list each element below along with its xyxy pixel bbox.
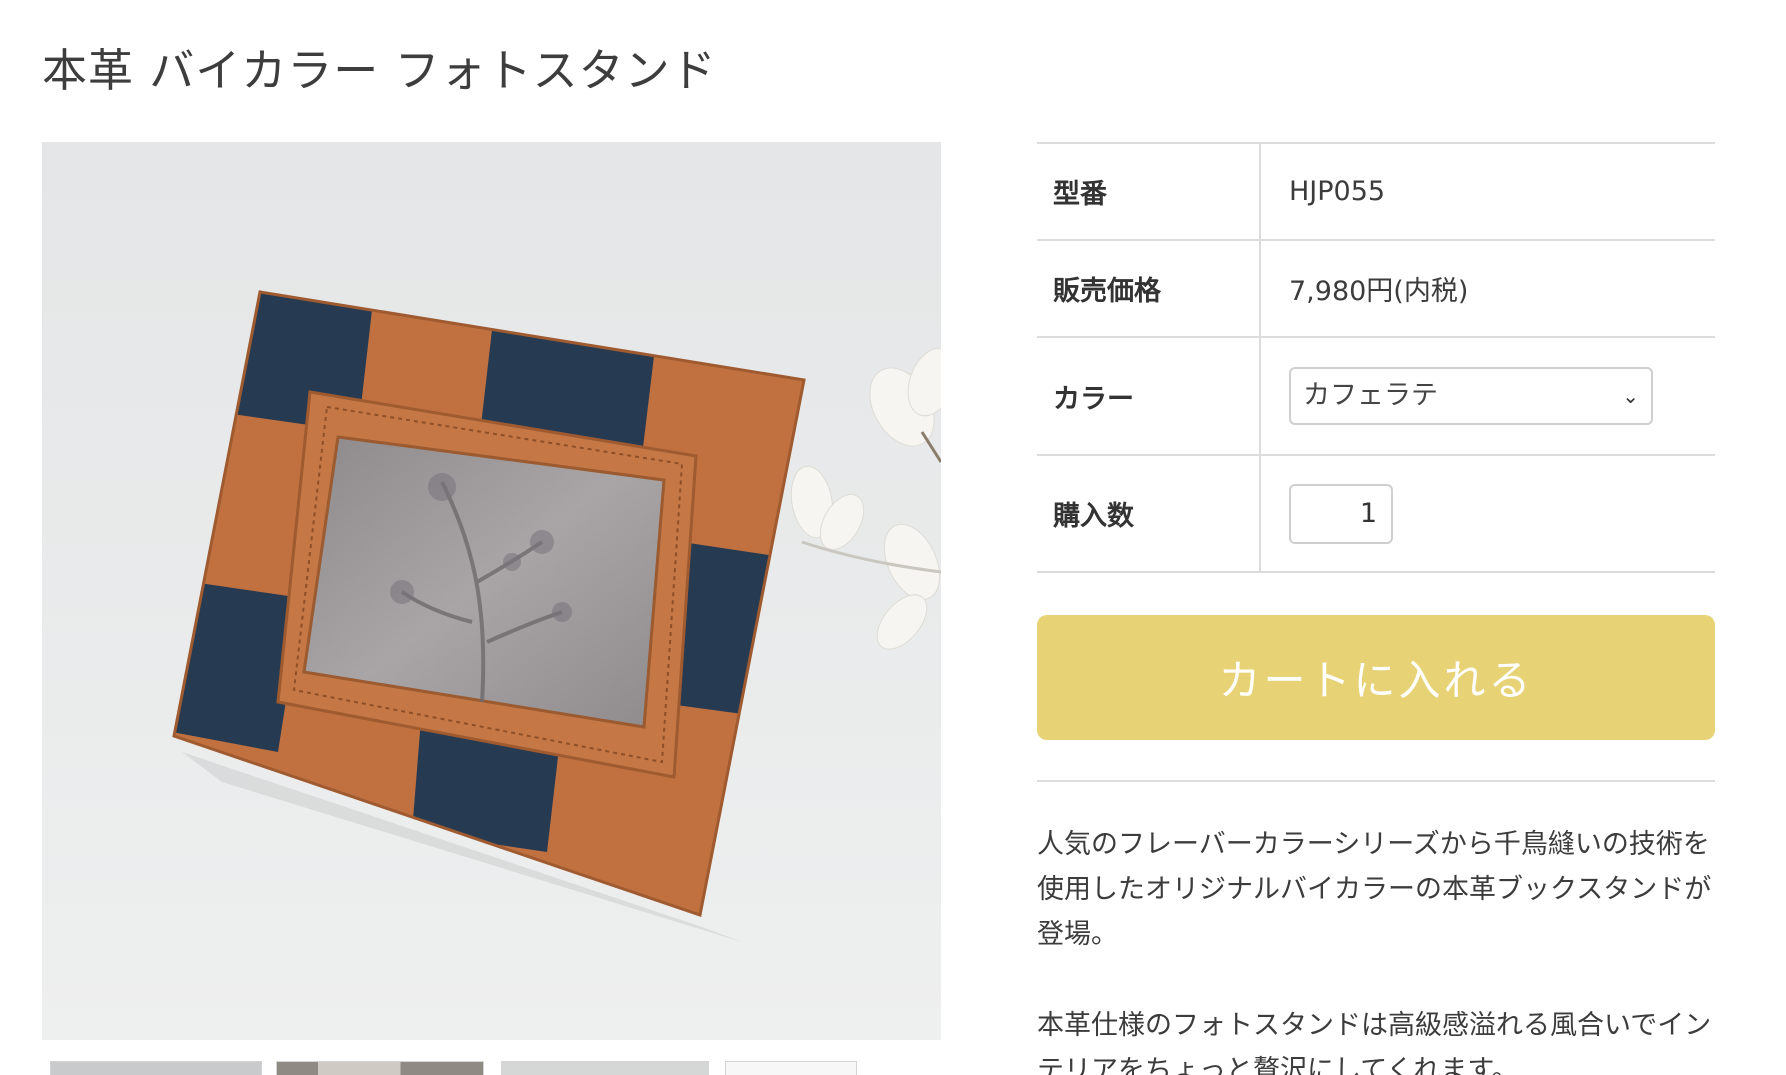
add-to-cart-button[interactable]: カートに入れる — [1037, 615, 1715, 740]
thumbnail-3[interactable] — [501, 1061, 709, 1075]
spec-row-quantity: 購入数 — [1037, 455, 1715, 572]
spec-row-price: 販売価格 7,980円(内税) — [1037, 240, 1715, 337]
quantity-input[interactable] — [1289, 483, 1393, 544]
qty-cell — [1260, 455, 1715, 572]
color-cell: カフェラテ ⌄ — [1260, 337, 1715, 455]
spec-row-color: カラー カフェラテ ⌄ — [1037, 337, 1715, 455]
thumbnail-strip — [42, 1061, 941, 1075]
price-label: 販売価格 — [1037, 240, 1261, 337]
product-page: 本革 バイカラー フォトスタンド 型番 HJP055 販売価格 7,980円(内… — [0, 0, 1786, 1075]
description-paragraph-2: 本革仕様のフォトスタンドは高級感溢れる風合いでインテリアをちょっと贅沢にしてくれ… — [1037, 1010, 1712, 1075]
photo-frame-illustration — [42, 142, 941, 1040]
qty-label: 購入数 — [1037, 455, 1261, 572]
description-paragraph-1: 人気のフレーバーカラーシリーズから千鳥縫いの技術を使用したオリジナルバイカラーの… — [1037, 829, 1712, 950]
product-spec-table: 型番 HJP055 販売価格 7,980円(内税) カラー カフェラテ ⌄ 購入… — [1037, 142, 1715, 573]
divider — [1037, 780, 1715, 782]
color-select-value: カフェラテ — [1303, 380, 1438, 411]
product-main-image[interactable] — [42, 142, 941, 1040]
thumbnail-1[interactable] — [50, 1061, 262, 1075]
color-label: カラー — [1037, 337, 1261, 455]
thumbnail-4[interactable] — [725, 1061, 857, 1075]
spec-row-code: 型番 HJP055 — [1037, 143, 1715, 240]
code-label: 型番 — [1037, 143, 1261, 240]
price-value: 7,980円(内税) — [1289, 276, 1469, 307]
product-title: 本革 バイカラー フォトスタンド — [42, 44, 717, 97]
thumbnail-2[interactable] — [276, 1061, 484, 1075]
chevron-down-icon: ⌄ — [1622, 384, 1639, 408]
code-value: HJP055 — [1289, 176, 1386, 207]
color-select[interactable]: カフェラテ ⌄ — [1289, 367, 1653, 425]
